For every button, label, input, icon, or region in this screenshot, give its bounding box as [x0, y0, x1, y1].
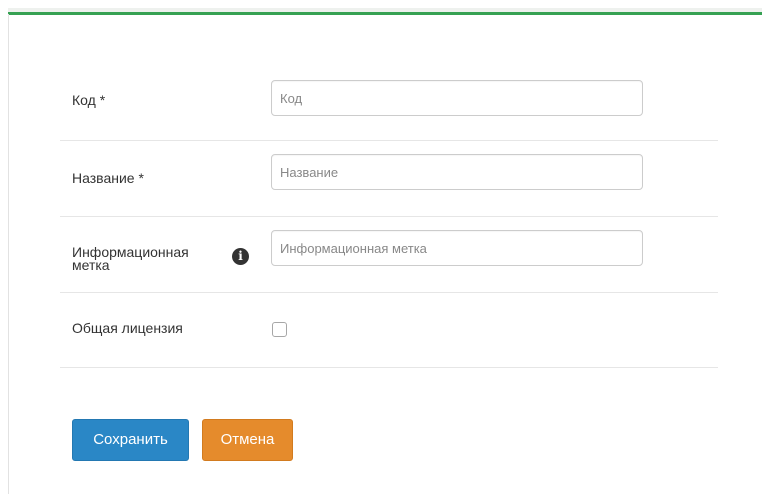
info-tag-input[interactable] [271, 230, 643, 266]
info-tag-label: Информационная метка [72, 245, 189, 273]
name-label: Название * [72, 170, 144, 186]
row-divider [60, 367, 718, 368]
info-circle-icon[interactable]: i [232, 248, 249, 265]
form-row-code: Код * [60, 63, 718, 141]
top-accent-bar [8, 12, 762, 15]
form-page: Код * Название * Информационная метка i … [0, 0, 762, 494]
form-row-name: Название * [60, 141, 718, 217]
shared-license-checkbox[interactable] [272, 322, 287, 337]
name-input[interactable] [271, 154, 643, 190]
form-row-shared-license: Общая лицензия [60, 293, 718, 368]
cancel-button[interactable]: Отмена [202, 419, 293, 461]
panel-left-border [8, 14, 9, 494]
shared-license-label: Общая лицензия [72, 320, 183, 336]
code-label: Код * [72, 92, 106, 108]
info-tag-label-line2: метка [72, 257, 110, 273]
save-button[interactable]: Сохранить [72, 419, 189, 461]
code-input[interactable] [271, 80, 643, 116]
form-row-info-tag: Информационная метка i [60, 217, 718, 293]
